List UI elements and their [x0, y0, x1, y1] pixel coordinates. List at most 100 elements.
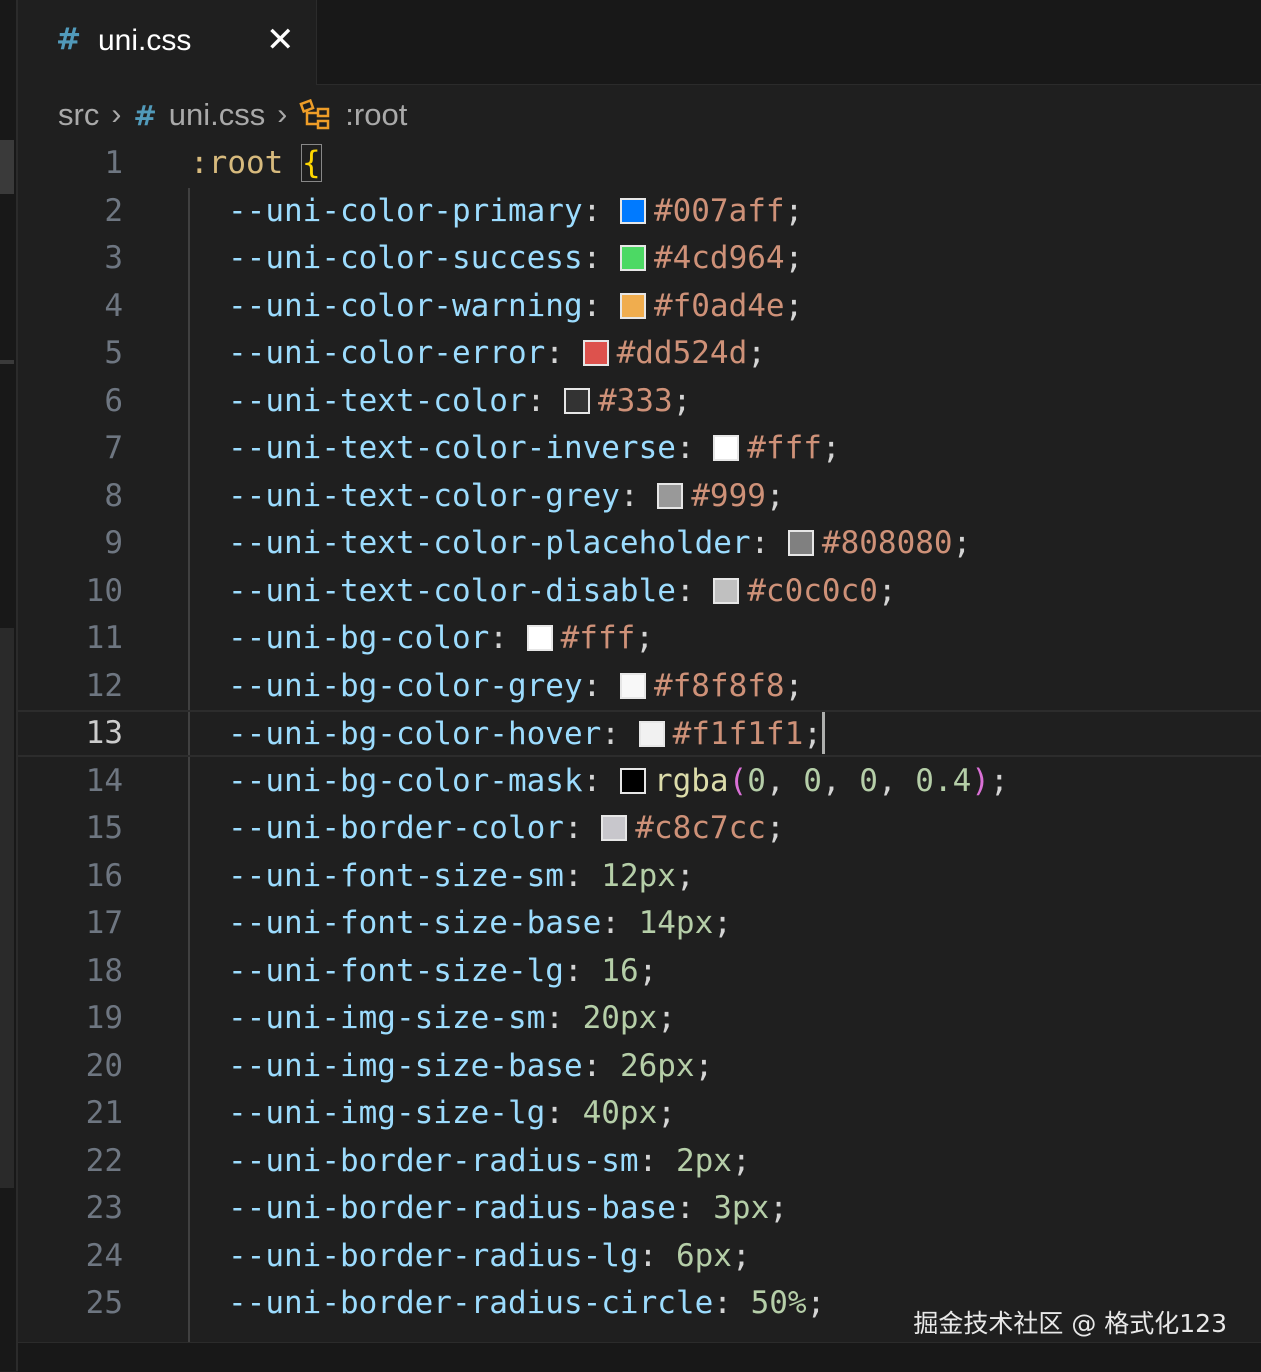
line-content: --uni-img-size-base: 26px; [228, 1043, 713, 1090]
code-line[interactable]: 24 --uni-border-radius-lg: 6px; [18, 1233, 1261, 1280]
css-property: --uni-text-color-grey [228, 477, 620, 514]
comma: , [821, 762, 860, 799]
css-value: #c0c0c0 [747, 572, 878, 609]
css-value: 2px [675, 1142, 732, 1179]
css-property: --uni-img-size-base [228, 1047, 583, 1084]
css-property: --uni-color-primary [228, 192, 583, 229]
css-property: --uni-bg-color-grey [228, 667, 583, 704]
line-content: --uni-color-warning: #f0ad4e; [228, 283, 803, 330]
colon: : [582, 762, 620, 799]
color-swatch[interactable] [619, 767, 646, 794]
line-content: --uni-border-radius-lg: 6px; [228, 1233, 751, 1280]
line-number: 10 [85, 572, 123, 609]
code-line[interactable]: 1:root { [18, 140, 1261, 187]
colon: : [545, 335, 583, 371]
line-number: 12 [85, 667, 123, 704]
colon: : [638, 1237, 676, 1274]
code-line[interactable]: 15 --uni-border-color: #c8c7cc; [18, 805, 1261, 852]
code-line[interactable]: 21 --uni-img-size-lg: 40px; [18, 1090, 1261, 1137]
breadcrumb-folder[interactable]: src [58, 97, 99, 133]
code-line[interactable]: 20 --uni-img-size-base: 26px; [18, 1043, 1261, 1090]
sidebar-divider [0, 360, 14, 364]
css-value: #f0ad4e [653, 287, 785, 324]
line-number: 23 [85, 1190, 123, 1226]
line-number: 3 [104, 240, 123, 276]
breadcrumb-file[interactable]: uni.css [169, 97, 265, 133]
breadcrumb: src › # uni.css › :root [58, 92, 407, 138]
code-line[interactable]: 17 --uni-font-size-base: 14px; [18, 900, 1261, 947]
close-icon[interactable]: ✕ [266, 20, 295, 60]
color-swatch[interactable] [601, 815, 628, 841]
code-line[interactable]: 10 --uni-text-color-disable: #c0c0c0; [18, 568, 1261, 615]
color-swatch[interactable] [713, 577, 740, 604]
semicolon: ; [803, 716, 822, 752]
color-swatch[interactable] [619, 672, 646, 699]
semicolon: ; [784, 192, 804, 229]
code-line[interactable]: 13 --uni-bg-color-hover: #f1f1f1; [18, 710, 1261, 757]
code-line[interactable]: 5 --uni-color-error: #dd524d; [18, 330, 1261, 377]
horizontal-scrollbar[interactable] [18, 1342, 1261, 1372]
colon: : [601, 905, 639, 941]
colon: : [563, 810, 602, 846]
symbol-class-icon [299, 99, 333, 131]
colon: : [545, 1095, 583, 1131]
code-line[interactable]: 11 --uni-bg-color: #fff; [18, 615, 1261, 662]
colon: : [619, 477, 658, 514]
code-line[interactable]: 16 --uni-font-size-sm: 12px; [18, 853, 1261, 900]
code-editor[interactable]: 1:root {2 --uni-color-primary: #007aff; 3-… [18, 140, 1261, 1342]
sidebar-indicator [0, 140, 14, 194]
code-line[interactable]: 4 --uni-color-warning: #f0ad4e; [18, 283, 1261, 330]
code-line[interactable]: 6 --uni-text-color: #333; [18, 378, 1261, 425]
css-value: 6px [675, 1237, 732, 1274]
color-swatch[interactable] [713, 435, 740, 461]
css-property: --uni-text-color-placeholder [228, 525, 751, 561]
css-property: --uni-color-error [228, 335, 546, 371]
css-value: #fff [560, 620, 636, 656]
color-swatch[interactable] [657, 482, 684, 509]
line-content: --uni-bg-color-mask: rgba(0, 0, 0, 0.4); [228, 758, 1009, 805]
color-swatch[interactable] [619, 292, 646, 319]
code-line[interactable]: 23 --uni-border-radius-base: 3px; [18, 1185, 1261, 1232]
tab-uni-css[interactable]: # uni.css ✕ [18, 0, 317, 85]
comma: , [877, 762, 916, 799]
color-swatch[interactable] [563, 387, 590, 414]
line-number: 8 [104, 477, 123, 514]
css-property: --uni-color-warning [228, 287, 583, 324]
line-content: --uni-border-radius-sm: 2px; [228, 1138, 751, 1185]
code-line[interactable]: 3 --uni-color-success: #4cd964; [18, 235, 1261, 282]
code-line[interactable]: 14 --uni-bg-color-mask: rgba(0, 0, 0, 0.4… [18, 758, 1261, 805]
semicolon: ; [747, 335, 766, 371]
color-swatch[interactable] [619, 197, 646, 224]
comma: , [765, 762, 804, 799]
semicolon: ; [694, 1047, 714, 1084]
code-line[interactable]: 12 --uni-bg-color-grey: #f8f8f8; [18, 663, 1261, 710]
code-line[interactable]: 22 --uni-border-radius-sm: 2px; [18, 1138, 1261, 1185]
css-value: 16 [601, 952, 639, 989]
css-value: #808080 [821, 525, 953, 561]
color-swatch[interactable] [526, 625, 553, 651]
line-content: --uni-font-size-sm: 12px; [228, 853, 695, 900]
color-swatch[interactable] [787, 530, 814, 556]
color-swatch[interactable] [619, 245, 646, 271]
line-number: 17 [85, 905, 123, 941]
code-line[interactable]: 18 --uni-font-size-lg: 16; [18, 948, 1261, 995]
semicolon: ; [765, 810, 785, 846]
css-property: --uni-bg-color [228, 620, 490, 656]
breadcrumb-symbol[interactable]: :root [345, 97, 407, 133]
code-line[interactable]: 19 --uni-img-size-sm: 20px; [18, 995, 1261, 1042]
semicolon: ; [731, 1142, 751, 1179]
code-line[interactable]: 2 --uni-color-primary: #007aff; [18, 188, 1261, 235]
semicolon: ; [784, 667, 804, 704]
code-line[interactable]: 8 --uni-text-color-grey: #999; [18, 473, 1261, 520]
line-number: 24 [85, 1237, 123, 1274]
color-swatch[interactable] [638, 721, 665, 747]
color-swatch[interactable] [582, 340, 609, 366]
code-line[interactable]: 7 --uni-text-color-inverse: #fff; [18, 425, 1261, 472]
css-value: 20px [582, 1000, 658, 1036]
code-line[interactable]: 9 --uni-text-color-placeholder: #808080; [18, 520, 1261, 567]
css-value: #f1f1f1 [672, 716, 804, 752]
semicolon: ; [657, 1000, 676, 1036]
line-content: --uni-border-radius-base: 3px; [228, 1185, 788, 1232]
css-value: 40px [582, 1095, 658, 1131]
line-content: --uni-bg-color-grey: #f8f8f8; [228, 663, 803, 710]
